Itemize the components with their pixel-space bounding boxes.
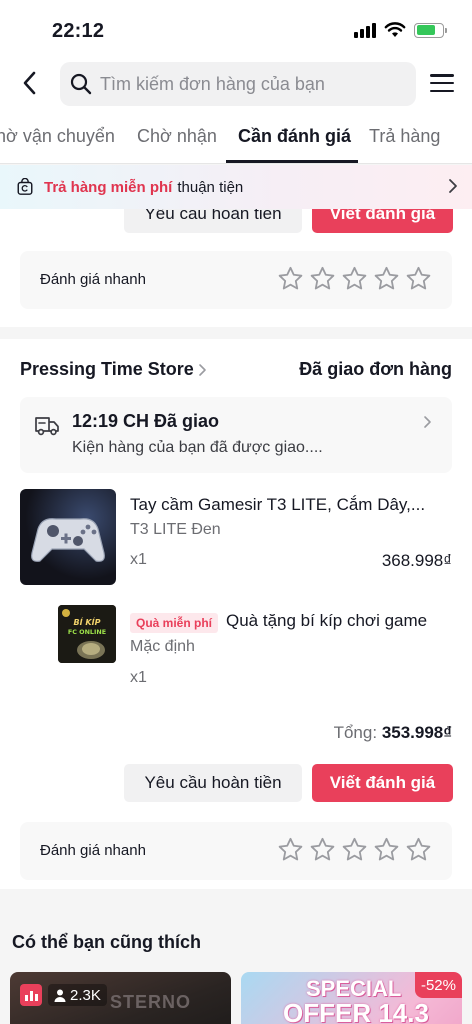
- search-input[interactable]: Tìm kiếm đơn hàng của bạn: [60, 62, 416, 106]
- product-price: 368.998₫: [381, 551, 452, 570]
- product-variant: T3 LITE Đen: [130, 521, 221, 538]
- write-review-button[interactable]: Viết đánh giá: [312, 764, 453, 802]
- chevron-left-icon: [23, 71, 36, 95]
- store-link[interactable]: Pressing Time Store: [20, 359, 207, 380]
- person-icon: [54, 989, 66, 1002]
- total-value: 353.998₫: [381, 723, 452, 742]
- product-title[interactable]: Tay cầm Gamesir T3 LITE, Cắm Dây,...: [130, 495, 450, 515]
- order-card: Pressing Time Store Đã giao đơn hàng 12:…: [0, 339, 472, 889]
- tab-to-receive[interactable]: Chờ nhận: [137, 126, 217, 147]
- wifi-icon: [384, 22, 406, 37]
- banner-text: thuận tiện: [177, 178, 244, 196]
- previous-order-card: Yêu cầu hoàn tiền Viết đánh giá Đánh giá…: [0, 195, 472, 327]
- viewer-count: 2.3K: [70, 986, 101, 1004]
- rating-stars: [277, 265, 432, 292]
- gift-quantity: x1: [130, 669, 147, 686]
- status-icons: [354, 22, 447, 38]
- order-total: Tổng: 353.998₫: [334, 723, 452, 743]
- discount-badge: -52%: [414, 972, 462, 998]
- header: Tìm kiếm đơn hàng của bạn: [0, 60, 472, 110]
- free-gift-badge: Quà miễn phí: [130, 613, 219, 633]
- star-icon[interactable]: [405, 265, 432, 292]
- card-brand-text: STERNO: [110, 992, 192, 1012]
- banner-highlight: Trả hàng miễn phí: [44, 178, 173, 196]
- quick-rating: Đánh giá nhanh: [20, 822, 452, 880]
- star-icon[interactable]: [373, 836, 400, 863]
- gamepad-image: [31, 518, 105, 562]
- star-icon[interactable]: [341, 836, 368, 863]
- tab-shipping[interactable]: hờ vận chuyển: [0, 126, 115, 147]
- star-icon[interactable]: [309, 836, 336, 863]
- star-icon[interactable]: [277, 265, 304, 292]
- star-icon[interactable]: [277, 836, 304, 863]
- star-icon[interactable]: [309, 265, 336, 292]
- tab-returns[interactable]: Trả hàng: [369, 126, 440, 147]
- free-return-banner[interactable]: Trả hàng miễn phí thuận tiện: [0, 165, 472, 209]
- delivery-info[interactable]: 12:19 CH Đã giao Kiện hàng của bạn đã đư…: [20, 397, 452, 473]
- status-time: 22:12: [52, 20, 105, 42]
- delivery-time: 12:19 CH Đã giao: [72, 411, 220, 431]
- signal-icon: [354, 22, 376, 38]
- tab-to-review[interactable]: Cần đánh giá: [238, 126, 351, 147]
- tab-active-indicator: [226, 160, 358, 163]
- viewer-count-badge: 2.3K: [48, 984, 107, 1006]
- live-icon: [20, 984, 42, 1006]
- search-icon: [70, 73, 92, 95]
- quick-rating-label: Đánh giá nhanh: [40, 271, 146, 288]
- product-quantity: x1: [130, 551, 147, 568]
- gift-title[interactable]: Quà tặng bí kíp chơi game: [226, 611, 427, 631]
- total-label: Tổng:: [333, 723, 378, 742]
- order-status: Đã giao đơn hàng: [299, 359, 452, 379]
- rating-stars: [277, 836, 432, 863]
- recommendations-title: Có thể bạn cũng thích: [12, 932, 201, 952]
- status-bar: 22:12: [0, 0, 472, 60]
- search-placeholder: Tìm kiếm đơn hàng của bạn: [100, 73, 325, 94]
- star-icon[interactable]: [373, 265, 400, 292]
- chevron-right-icon: [449, 179, 457, 193]
- order-tabs: hờ vận chuyển Chờ nhận Cần đánh giá Trả …: [0, 110, 472, 164]
- delivery-message: Kiện hàng của bạn đã được giao....: [72, 439, 323, 456]
- quick-rating-label: Đánh giá nhanh: [40, 842, 146, 859]
- star-icon[interactable]: [341, 265, 368, 292]
- gift-cover-subtitle: FC ONLINE: [68, 628, 106, 636]
- refund-button[interactable]: Yêu cầu hoàn tiền: [124, 764, 302, 802]
- quick-rating: Đánh giá nhanh: [20, 251, 452, 309]
- star-icon[interactable]: [405, 836, 432, 863]
- store-name: Pressing Time Store: [20, 359, 194, 379]
- battery-level: [416, 25, 436, 35]
- recommendation-card[interactable]: SPECIAL OFFER 14.3 -52%: [241, 972, 462, 1024]
- chevron-right-icon: [198, 363, 206, 376]
- gift-thumbnail[interactable]: BÍ KÍP FC ONLINE: [58, 605, 116, 663]
- recommendation-card[interactable]: 2.3K STERNO: [10, 972, 231, 1024]
- gift-cover-image: BÍ KÍP FC ONLINE: [58, 605, 116, 663]
- chevron-right-icon: [424, 416, 431, 428]
- live-viewers: 2.3K: [20, 984, 107, 1006]
- return-bag-icon: [17, 178, 33, 195]
- gift-cover-title: BÍ KÍP: [74, 616, 101, 627]
- gift-variant: Mặc định: [130, 638, 195, 655]
- product-thumbnail[interactable]: [20, 489, 116, 585]
- back-button[interactable]: [14, 68, 44, 98]
- menu-icon: [430, 74, 454, 77]
- menu-button[interactable]: [430, 72, 454, 94]
- promo-line-2: OFFER 14.3: [283, 998, 429, 1024]
- delivery-truck-icon: [35, 417, 59, 436]
- battery-icon: [414, 22, 447, 38]
